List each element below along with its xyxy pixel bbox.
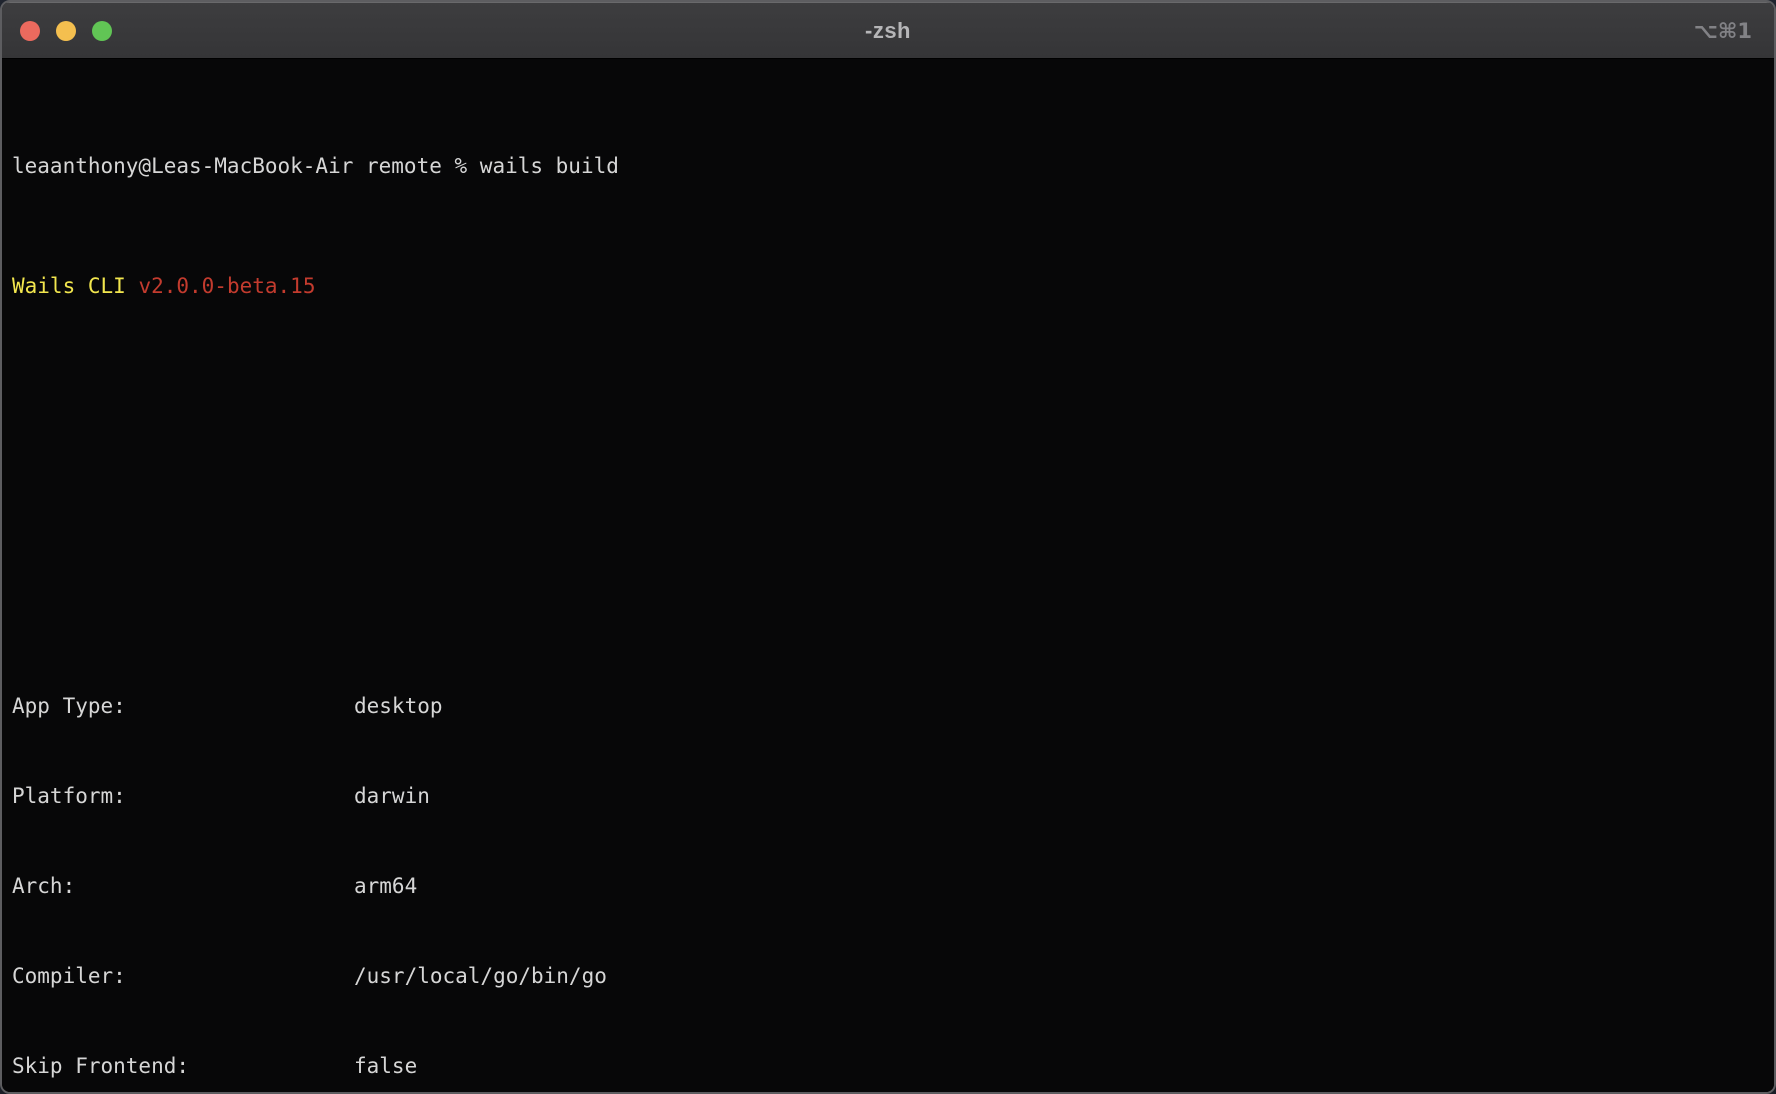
config-label: Platform: (12, 781, 354, 811)
tab-shortcut-hint: ⌥⌘1 (1694, 3, 1752, 58)
prompt-line-build: leaanthony@Leas-MacBook-Air remote % wai… (12, 151, 1774, 181)
config-label: Compiler: (12, 961, 354, 991)
config-value: darwin (354, 784, 430, 808)
config-value: /usr/local/go/bin/go (354, 964, 607, 988)
blank-line (12, 571, 1774, 601)
terminal-screen[interactable]: leaanthony@Leas-MacBook-Air remote % wai… (2, 59, 1774, 1092)
config-label: App Type: (12, 691, 354, 721)
config-row-skip-frontend: Skip Frontend:false (12, 1051, 1774, 1081)
blank-line (12, 391, 1774, 421)
fullscreen-button[interactable] (92, 21, 112, 41)
titlebar[interactable]: -zsh ⌥⌘1 (2, 2, 1774, 59)
window-title: -zsh (2, 18, 1774, 44)
config-label: Skip Frontend: (12, 1051, 354, 1081)
traffic-lights (20, 3, 112, 58)
config-label: Arch: (12, 871, 354, 901)
config-row-platform: Platform:darwin (12, 781, 1774, 811)
blank-line (12, 481, 1774, 511)
config-value: arm64 (354, 874, 417, 898)
config-row-app-type: App Type:desktop (12, 691, 1774, 721)
command-text: wails build (480, 154, 619, 178)
shell-prompt: leaanthony@Leas-MacBook-Air remote % (12, 154, 480, 178)
wails-cli-name: Wails CLI (12, 274, 126, 298)
minimize-button[interactable] (56, 21, 76, 41)
config-value: false (354, 1054, 417, 1078)
spacer (126, 274, 139, 298)
config-row-arch: Arch:arm64 (12, 871, 1774, 901)
close-button[interactable] (20, 21, 40, 41)
config-value: desktop (354, 694, 443, 718)
config-row-compiler: Compiler:/usr/local/go/bin/go (12, 961, 1774, 991)
wails-version-line: Wails CLI v2.0.0-beta.15 (12, 271, 1774, 301)
wails-cli-version: v2.0.0-beta.15 (138, 274, 315, 298)
terminal-window: -zsh ⌥⌘1 leaanthony@Leas-MacBook-Air rem… (0, 0, 1776, 1094)
